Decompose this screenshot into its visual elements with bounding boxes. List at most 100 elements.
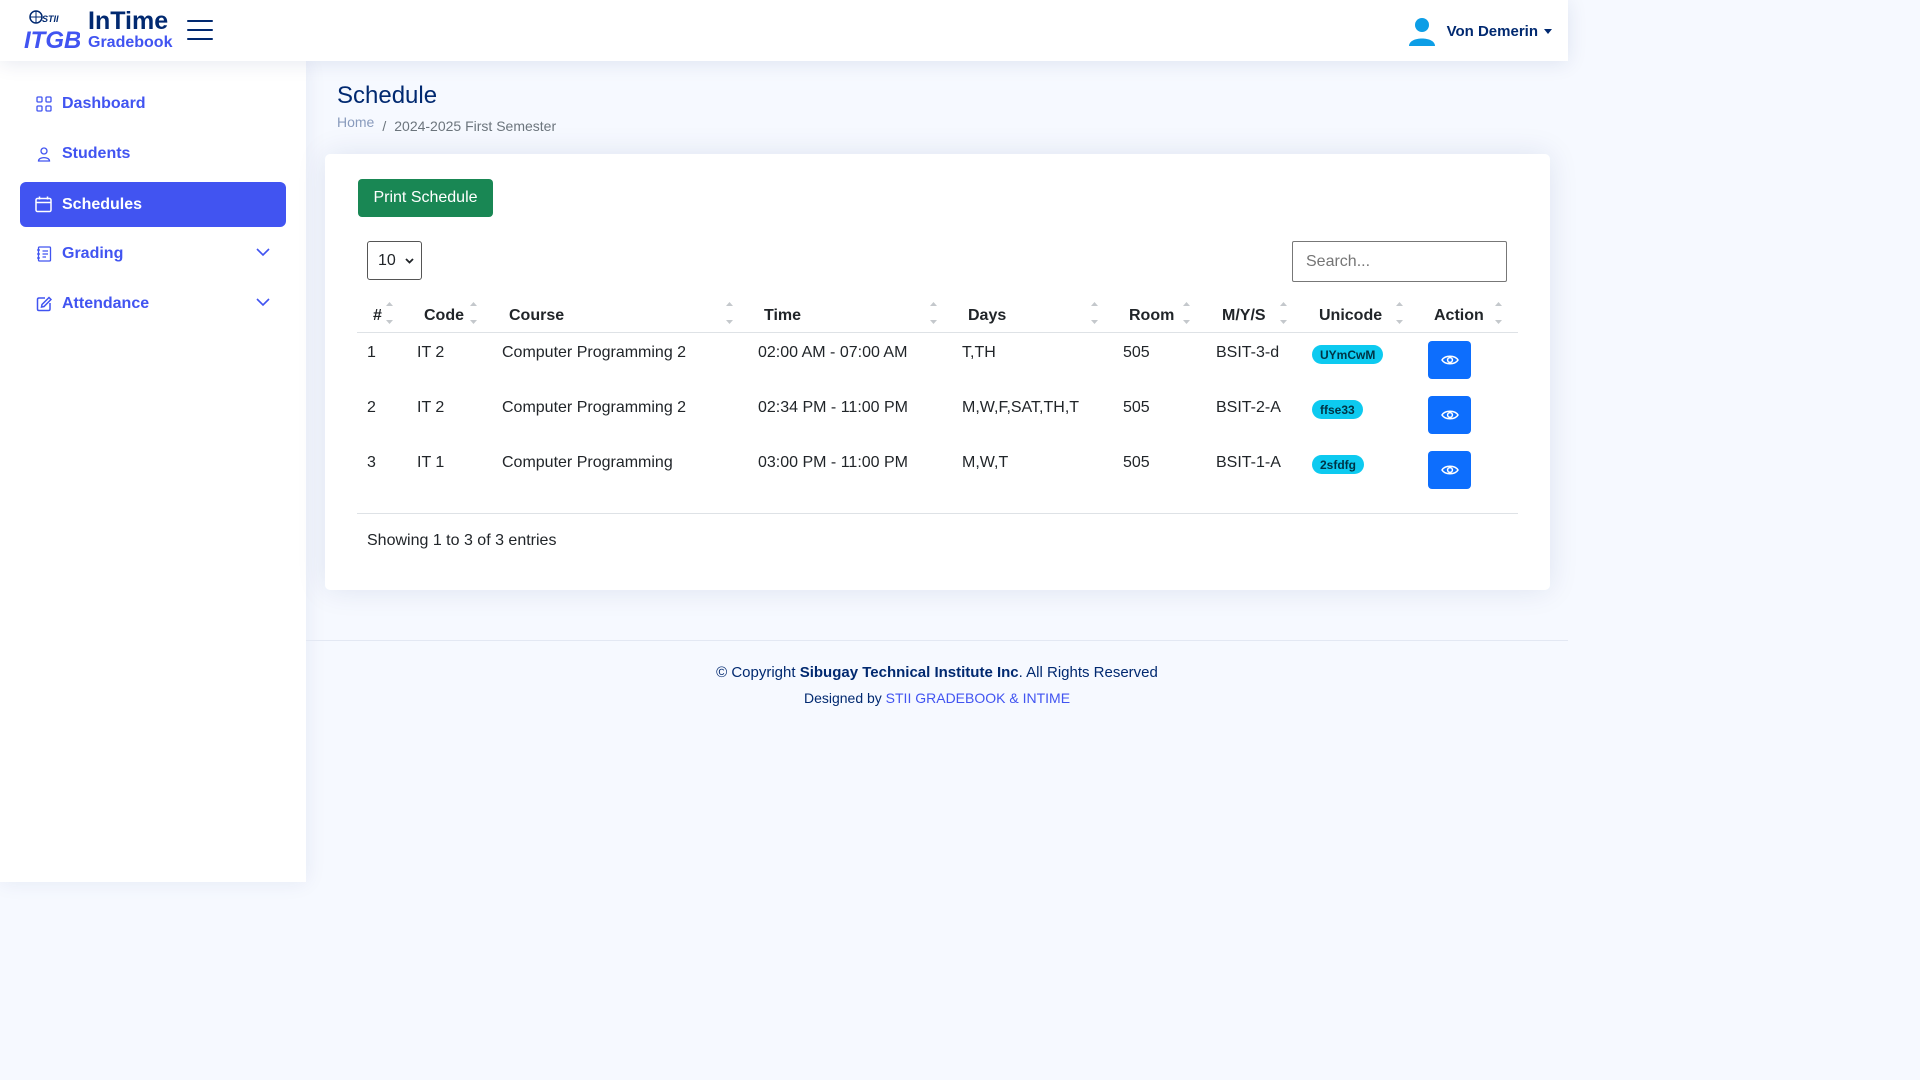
view-button[interactable]	[1428, 341, 1471, 379]
journal-icon	[35, 245, 52, 262]
cell-time: 02:34 PM - 11:00 PM	[758, 399, 908, 416]
app-title: InTime	[88, 7, 169, 35]
table-header-divider	[357, 332, 1518, 333]
chevron-down-icon	[256, 298, 270, 307]
edit-square-icon	[35, 295, 52, 312]
sort-icon[interactable]	[469, 300, 478, 326]
app-subtitle: Gradebook	[88, 34, 173, 51]
cell-time: 03:00 PM - 11:00 PM	[758, 454, 908, 471]
calendar-icon	[35, 196, 52, 213]
page-length-select[interactable]: 10	[367, 241, 422, 280]
chevron-down-icon	[1544, 28, 1552, 34]
sidebar-item-label: Attendance	[62, 294, 150, 312]
cell-mys: BSIT-2-A	[1216, 399, 1281, 416]
sort-icon[interactable]	[725, 300, 734, 326]
chevron-down-icon	[405, 258, 414, 264]
sort-icon[interactable]	[929, 300, 938, 326]
cell-room: 505	[1123, 344, 1150, 361]
sidebar-item-attendance[interactable]: Attendance	[20, 281, 286, 326]
sort-icon[interactable]	[1494, 300, 1503, 326]
column-header-mys[interactable]: M/Y/S	[1222, 299, 1266, 333]
sort-icon[interactable]	[1182, 300, 1191, 326]
chevron-down-icon	[256, 248, 270, 257]
user-avatar-icon	[1408, 18, 1435, 46]
unicode-badge: UYmCwM	[1312, 345, 1384, 364]
unicode-badge: ffse33	[1312, 400, 1363, 419]
sort-icon[interactable]	[1279, 300, 1288, 326]
cell-number: 3	[367, 454, 376, 471]
eye-icon	[1440, 410, 1459, 420]
cell-days: M,W,F,SAT,TH,T	[962, 399, 1080, 416]
copyright: © Copyright Sibugay Technical Institute …	[306, 664, 1568, 681]
column-header-room[interactable]: Room	[1129, 299, 1174, 333]
column-header-days[interactable]: Days	[968, 299, 1006, 333]
unicode-badge: 2sfdfg	[1312, 455, 1364, 474]
cell-course: Computer Programming 2	[502, 344, 687, 361]
logo[interactable]: STII ITGB InTime Gradebook	[22, 7, 173, 53]
designed-by-label: Designed by	[803, 690, 886, 706]
cell-code: IT 1	[417, 454, 445, 471]
svg-text:ITGB: ITGB	[24, 27, 80, 52]
search-input[interactable]	[1292, 241, 1507, 282]
cell-code: IT 2	[417, 344, 445, 361]
sidebar-item-dashboard[interactable]: Dashboard	[20, 81, 286, 126]
table-footer-divider	[357, 513, 1518, 514]
page-title: Schedule	[337, 82, 438, 109]
user-name: Von Demerin	[1446, 22, 1538, 40]
column-header-code[interactable]: Code	[424, 299, 464, 333]
breadcrumb: Home / 2024-2025 First Semester	[337, 114, 556, 134]
sidebar-item-label: Grading	[62, 244, 124, 262]
sort-icon[interactable]	[1395, 300, 1404, 326]
person-icon	[35, 145, 52, 162]
sidebar-item-label: Dashboard	[62, 94, 146, 112]
user-menu[interactable]: Von Demerin	[1407, 16, 1552, 46]
grid-icon	[35, 95, 52, 112]
credits: Designed by STII GRADEBOOK & INTIME	[306, 690, 1568, 706]
eye-icon	[1440, 465, 1459, 475]
sidebar-item-schedules[interactable]: Schedules	[20, 182, 286, 227]
logo-mark-icon: STII ITGB	[24, 10, 80, 52]
sort-icon[interactable]	[385, 300, 394, 326]
cell-code: IT 2	[417, 399, 445, 416]
toggle-sidebar-icon[interactable]	[187, 20, 213, 42]
cell-room: 505	[1123, 454, 1150, 471]
sort-icon[interactable]	[1090, 300, 1099, 326]
schedule-card: Print Schedule 10 # Code Course Time Day…	[325, 154, 1550, 590]
eye-icon	[1440, 355, 1459, 365]
page-length-value: 10	[378, 251, 396, 269]
sidebar-item-students[interactable]: Students	[20, 131, 286, 176]
cell-mys: BSIT-3-d	[1216, 344, 1280, 361]
cell-number: 1	[367, 344, 376, 361]
company-name: Sibugay Technical Institute Inc	[799, 664, 1019, 681]
sidebar-item-grading[interactable]: Grading	[20, 231, 286, 276]
column-header-time[interactable]: Time	[764, 299, 801, 333]
breadcrumb-separator: /	[382, 118, 387, 134]
column-header-number[interactable]: #	[373, 299, 382, 333]
cell-days: M,W,T	[962, 454, 1009, 471]
cell-mys: BSIT-1-A	[1216, 454, 1281, 471]
cell-number: 2	[367, 399, 376, 416]
cell-course: Computer Programming 2	[502, 399, 687, 416]
sidebar: Dashboard Students Schedules Grading Att…	[0, 61, 306, 882]
print-schedule-button[interactable]: Print Schedule	[358, 179, 493, 217]
cell-course: Computer Programming	[502, 454, 673, 471]
cell-days: T,TH	[962, 344, 996, 361]
sidebar-item-label: Students	[62, 144, 131, 162]
footer-divider	[306, 640, 1568, 641]
breadcrumb-home-link[interactable]: Home	[337, 114, 374, 134]
designer-link[interactable]: STII GRADEBOOK & INTIME	[886, 690, 1070, 706]
sidebar-item-label: Schedules	[62, 195, 143, 213]
column-header-unicode[interactable]: Unicode	[1319, 299, 1382, 333]
table-info: Showing 1 to 3 of 3 entries	[367, 532, 557, 549]
copyright-prefix: © Copyright	[716, 664, 800, 681]
copyright-suffix: . All Rights Reserved	[1018, 664, 1158, 681]
cell-room: 505	[1123, 399, 1150, 416]
top-header: STII ITGB InTime Gradebook Von Demerin	[0, 0, 1568, 61]
breadcrumb-current: 2024-2025 First Semester	[394, 118, 557, 134]
column-header-action[interactable]: Action	[1434, 299, 1484, 333]
svg-text:STII: STII	[42, 14, 59, 24]
column-header-course[interactable]: Course	[509, 299, 564, 333]
view-button[interactable]	[1428, 396, 1471, 434]
view-button[interactable]	[1428, 451, 1471, 489]
cell-time: 02:00 AM - 07:00 AM	[758, 344, 908, 361]
